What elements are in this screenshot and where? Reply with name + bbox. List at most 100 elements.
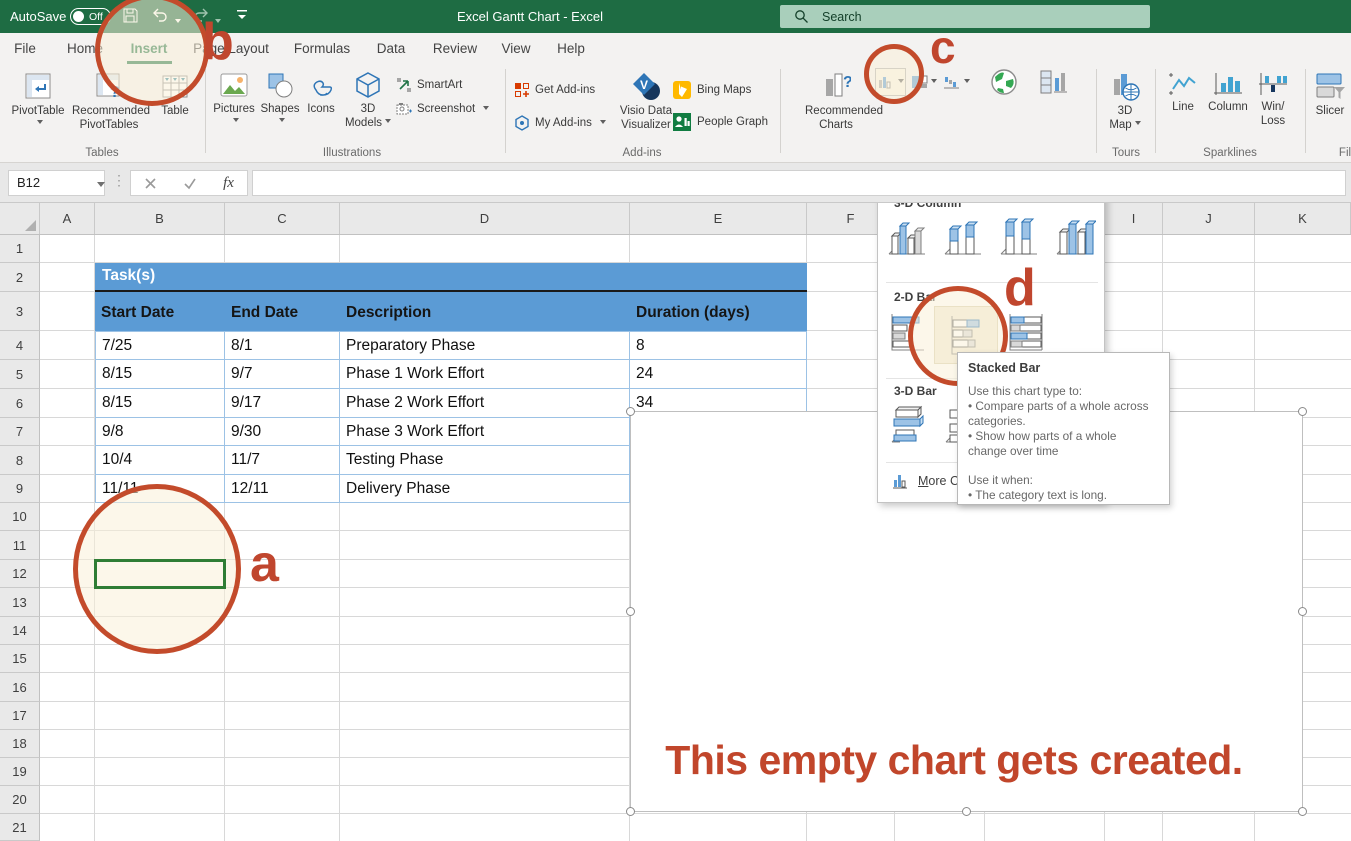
row-header-21[interactable]: 21 xyxy=(0,814,40,841)
row-header-16[interactable]: 16 xyxy=(0,673,40,702)
row-header-8[interactable]: 8 xyxy=(0,446,40,475)
tab-data[interactable]: Data xyxy=(377,41,406,56)
row-header-15[interactable]: 15 xyxy=(0,645,40,673)
more-charts-label: More C xyxy=(918,474,959,488)
shapes-button[interactable]: Shapes xyxy=(260,68,300,154)
row-header-12[interactable]: 12 xyxy=(0,560,40,588)
tooltip-bullet: • Compare parts of a whole across catego… xyxy=(968,399,1154,429)
more-column-charts-item[interactable]: More C xyxy=(892,472,959,490)
select-all-button[interactable] xyxy=(0,203,40,234)
table-title-cell[interactable]: Task(s) xyxy=(95,263,807,292)
chart-resize-handle[interactable] xyxy=(626,807,635,816)
3d-models-button[interactable]: 3D Models xyxy=(342,68,394,154)
column-header-B[interactable]: B xyxy=(95,203,225,234)
insert-maps-button[interactable] xyxy=(986,66,1022,98)
row-header-19[interactable]: 19 xyxy=(0,758,40,786)
chart-resize-handle[interactable] xyxy=(626,407,635,416)
header-end-date[interactable]: End Date xyxy=(225,292,340,331)
3d-stacked-column-icon[interactable] xyxy=(940,214,984,265)
row-header-4[interactable]: 4 xyxy=(0,331,40,360)
recommended-charts-button[interactable]: ? Recommended Charts xyxy=(805,68,867,154)
row-header-3[interactable]: 3 xyxy=(0,292,40,331)
row-header-11[interactable]: 11 xyxy=(0,531,40,560)
column-header-J[interactable]: J xyxy=(1163,203,1255,234)
column-header-E[interactable]: E xyxy=(630,203,807,234)
my-addins-button[interactable]: My Add-ins xyxy=(514,112,606,134)
fx-icon[interactable]: fx xyxy=(223,175,234,192)
row-header-13[interactable]: 13 xyxy=(0,588,40,617)
chart-resize-handle[interactable] xyxy=(1298,807,1307,816)
group-separator xyxy=(505,69,506,153)
column-header-A[interactable]: A xyxy=(40,203,95,234)
3d-clustered-bar-icon[interactable] xyxy=(886,402,934,453)
annotation-chart-note: This empty chart gets created. xyxy=(631,737,1302,784)
slicer-button[interactable]: Slicer xyxy=(1308,68,1351,154)
3d-100-stacked-column-icon[interactable] xyxy=(996,214,1040,265)
header-start-date[interactable]: Start Date xyxy=(95,292,225,331)
visio-data-visualizer-button[interactable]: V Visio Data Visualizer xyxy=(618,68,674,154)
formula-bar-divider: ⋮ xyxy=(112,172,126,189)
tab-view[interactable]: View xyxy=(501,41,530,56)
ribbon: PivotTable ? Recommended PivotTables Tab… xyxy=(0,65,1351,163)
row-header-9[interactable]: 9 xyxy=(0,475,40,503)
row-header-1[interactable]: 1 xyxy=(0,235,40,263)
tooltip-when-heading: Use it when: xyxy=(968,473,1154,488)
get-addins-button[interactable]: Get Add-ins xyxy=(514,79,595,101)
my-addins-icon xyxy=(514,115,530,131)
row-header-7[interactable]: 7 xyxy=(0,418,40,446)
row-header-6[interactable]: 6 xyxy=(0,389,40,418)
name-box-arrow-icon[interactable] xyxy=(97,182,105,191)
3d-clustered-column-icon[interactable] xyxy=(884,214,928,265)
chart-resize-handle[interactable] xyxy=(1298,607,1307,616)
row-header-20[interactable]: 20 xyxy=(0,786,40,814)
formula-bar: B12 ⋮ fx xyxy=(0,163,1351,203)
3d-column-icon[interactable] xyxy=(1052,214,1096,265)
formula-input[interactable] xyxy=(252,170,1346,196)
tab-file[interactable]: File xyxy=(14,41,36,56)
search-input[interactable]: Search xyxy=(780,5,1150,28)
column-header-K[interactable]: K xyxy=(1255,203,1351,234)
row-header-5[interactable]: 5 xyxy=(0,360,40,389)
annotation-letter-a: a xyxy=(250,538,279,590)
row-header-2[interactable]: 2 xyxy=(0,263,40,292)
column-header-D[interactable]: D xyxy=(340,203,630,234)
customize-toolbar-icon xyxy=(236,8,248,22)
name-box[interactable]: B12 xyxy=(8,170,105,196)
header-duration[interactable]: Duration (days) xyxy=(630,292,807,331)
header-description[interactable]: Description xyxy=(340,292,630,331)
winloss-sparkline-button[interactable]: Win/ Loss xyxy=(1252,68,1294,154)
row-header-14[interactable]: 14 xyxy=(0,617,40,645)
row-header-18[interactable]: 18 xyxy=(0,730,40,758)
chart-resize-handle[interactable] xyxy=(1298,407,1307,416)
search-icon xyxy=(794,9,809,24)
smartart-button[interactable]: SmartArt xyxy=(396,74,462,96)
cancel-icon[interactable] xyxy=(144,177,157,190)
3d-map-button[interactable]: 3D Map xyxy=(1100,68,1150,154)
selected-cell-b12[interactable] xyxy=(94,559,226,589)
row-header-10[interactable]: 10 xyxy=(0,503,40,531)
people-graph-button[interactable]: People Graph xyxy=(672,111,768,133)
people-graph-icon xyxy=(672,112,692,132)
chart-resize-handle[interactable] xyxy=(626,607,635,616)
tables-group-label: Tables xyxy=(85,147,118,159)
pictures-button[interactable]: Pictures xyxy=(208,68,260,154)
line-sparkline-button[interactable]: Line xyxy=(1160,68,1206,154)
icons-button[interactable]: Icons xyxy=(302,68,340,154)
bing-maps-button[interactable]: Bing Maps xyxy=(672,79,751,101)
table-header-row[interactable]: Start Date End Date Description Duration… xyxy=(95,292,807,331)
tab-help[interactable]: Help xyxy=(557,41,585,56)
tab-formulas[interactable]: Formulas xyxy=(294,41,350,56)
row-header-17[interactable]: 17 xyxy=(0,702,40,730)
chart-resize-handle[interactable] xyxy=(962,807,971,816)
tab-review[interactable]: Review xyxy=(433,41,477,56)
enter-icon[interactable] xyxy=(183,177,197,190)
pivottable-button[interactable]: PivotTable xyxy=(10,68,66,154)
table-row[interactable]: 8/159/7Phase 1 Work Effort24 xyxy=(95,360,807,389)
screenshot-button[interactable]: Screenshot xyxy=(396,98,489,120)
column-header-C[interactable]: C xyxy=(225,203,340,234)
column-header-I[interactable]: I xyxy=(1105,203,1163,234)
pivottable-chevron-icon xyxy=(37,120,43,127)
column-sparkline-button[interactable]: Column xyxy=(1206,68,1250,154)
table-row[interactable]: 7/258/1Preparatory Phase8 xyxy=(95,331,807,360)
pivotchart-button[interactable] xyxy=(1034,66,1076,98)
